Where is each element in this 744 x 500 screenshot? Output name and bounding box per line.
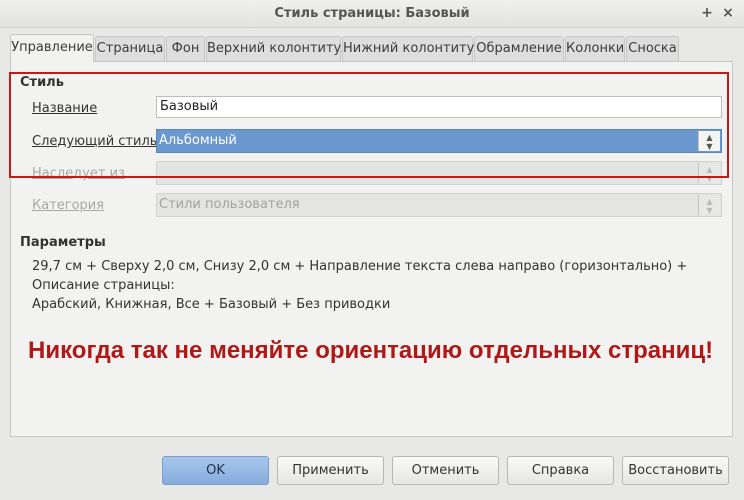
tab-footnote[interactable]: Сноска [626, 36, 679, 61]
maximize-icon[interactable]: + [698, 4, 716, 22]
reset-button[interactable]: Восстановить [622, 456, 729, 485]
ok-button[interactable]: OK [162, 456, 269, 485]
tab-header[interactable]: Верхний колонтитул [206, 36, 350, 61]
cancel-button[interactable]: Отменить [392, 456, 499, 485]
category-value: Стили пользователя [159, 197, 300, 212]
tab-organizer[interactable]: Управление [10, 34, 94, 62]
name-label: Название [32, 101, 98, 116]
apply-button[interactable]: Применить [277, 456, 384, 485]
category-dropdown: Стили пользователя ▲ ▼ [156, 193, 722, 217]
spin-arrows-icon[interactable]: ▲ ▼ [698, 131, 720, 151]
title-bar: Стиль страницы: Базовый + × [0, 0, 744, 28]
inherits-dropdown: ▲ ▼ [156, 161, 722, 185]
help-button[interactable]: Справка [507, 456, 614, 485]
next-style-value: Альбомный [159, 133, 237, 148]
tab-page[interactable]: Страница [95, 36, 165, 61]
spin-arrows-icon: ▲ ▼ [698, 195, 720, 215]
warning-annotation: Никогда так не меняйте ориентацию отдель… [28, 337, 714, 364]
name-field[interactable]: Базовый [156, 96, 722, 118]
parameters-heading: Параметры [20, 235, 106, 250]
tab-footer[interactable]: Нижний колонтитул [342, 36, 483, 61]
next-style-dropdown[interactable]: Альбомный ▲ ▼ [156, 129, 722, 153]
tab-borders[interactable]: Обрамление [474, 36, 564, 61]
tab-background[interactable]: Фон [166, 36, 205, 61]
tab-columns[interactable]: Колонки [565, 36, 625, 61]
parameters-line-2: Арабский, Книжная, Все + Базовый + Без п… [32, 297, 391, 312]
next-style-label: Следующий стиль [32, 134, 158, 149]
spin-arrows-icon: ▲ ▼ [698, 163, 720, 183]
close-icon[interactable]: × [719, 4, 737, 22]
parameters-text: 29,7 см + Сверху 2,0 см, Снизу 2,0 см + … [32, 257, 722, 314]
parameters-line-1: 29,7 см + Сверху 2,0 см, Снизу 2,0 см + … [32, 259, 688, 293]
window-title: Стиль страницы: Базовый [274, 6, 470, 21]
inherits-label: Наследует из [32, 166, 125, 181]
style-section-heading: Стиль [20, 75, 64, 90]
category-label: Категория [32, 198, 105, 213]
